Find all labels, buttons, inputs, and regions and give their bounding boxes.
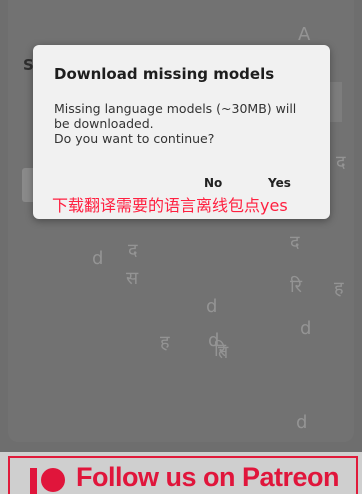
dialog-title: Download missing models — [54, 65, 275, 83]
no-button[interactable]: No — [204, 176, 222, 190]
dialog-message: Missing language models (~30MB) will be … — [54, 101, 297, 146]
download-models-dialog: Download missing models Missing language… — [33, 45, 330, 219]
patreon-banner[interactable]: Follow us on Patreon — [0, 452, 362, 494]
patreon-logo-bar — [30, 468, 37, 494]
annotation-text: 下载翻译需要的语言离线包点yes — [52, 196, 288, 215]
patreon-logo-icon — [18, 464, 70, 494]
banner-frame: Follow us on Patreon — [8, 456, 358, 494]
banner-text: Follow us on Patreon — [76, 462, 340, 492]
patreon-logo-circle — [41, 468, 65, 492]
yes-button[interactable]: Yes — [268, 176, 291, 190]
